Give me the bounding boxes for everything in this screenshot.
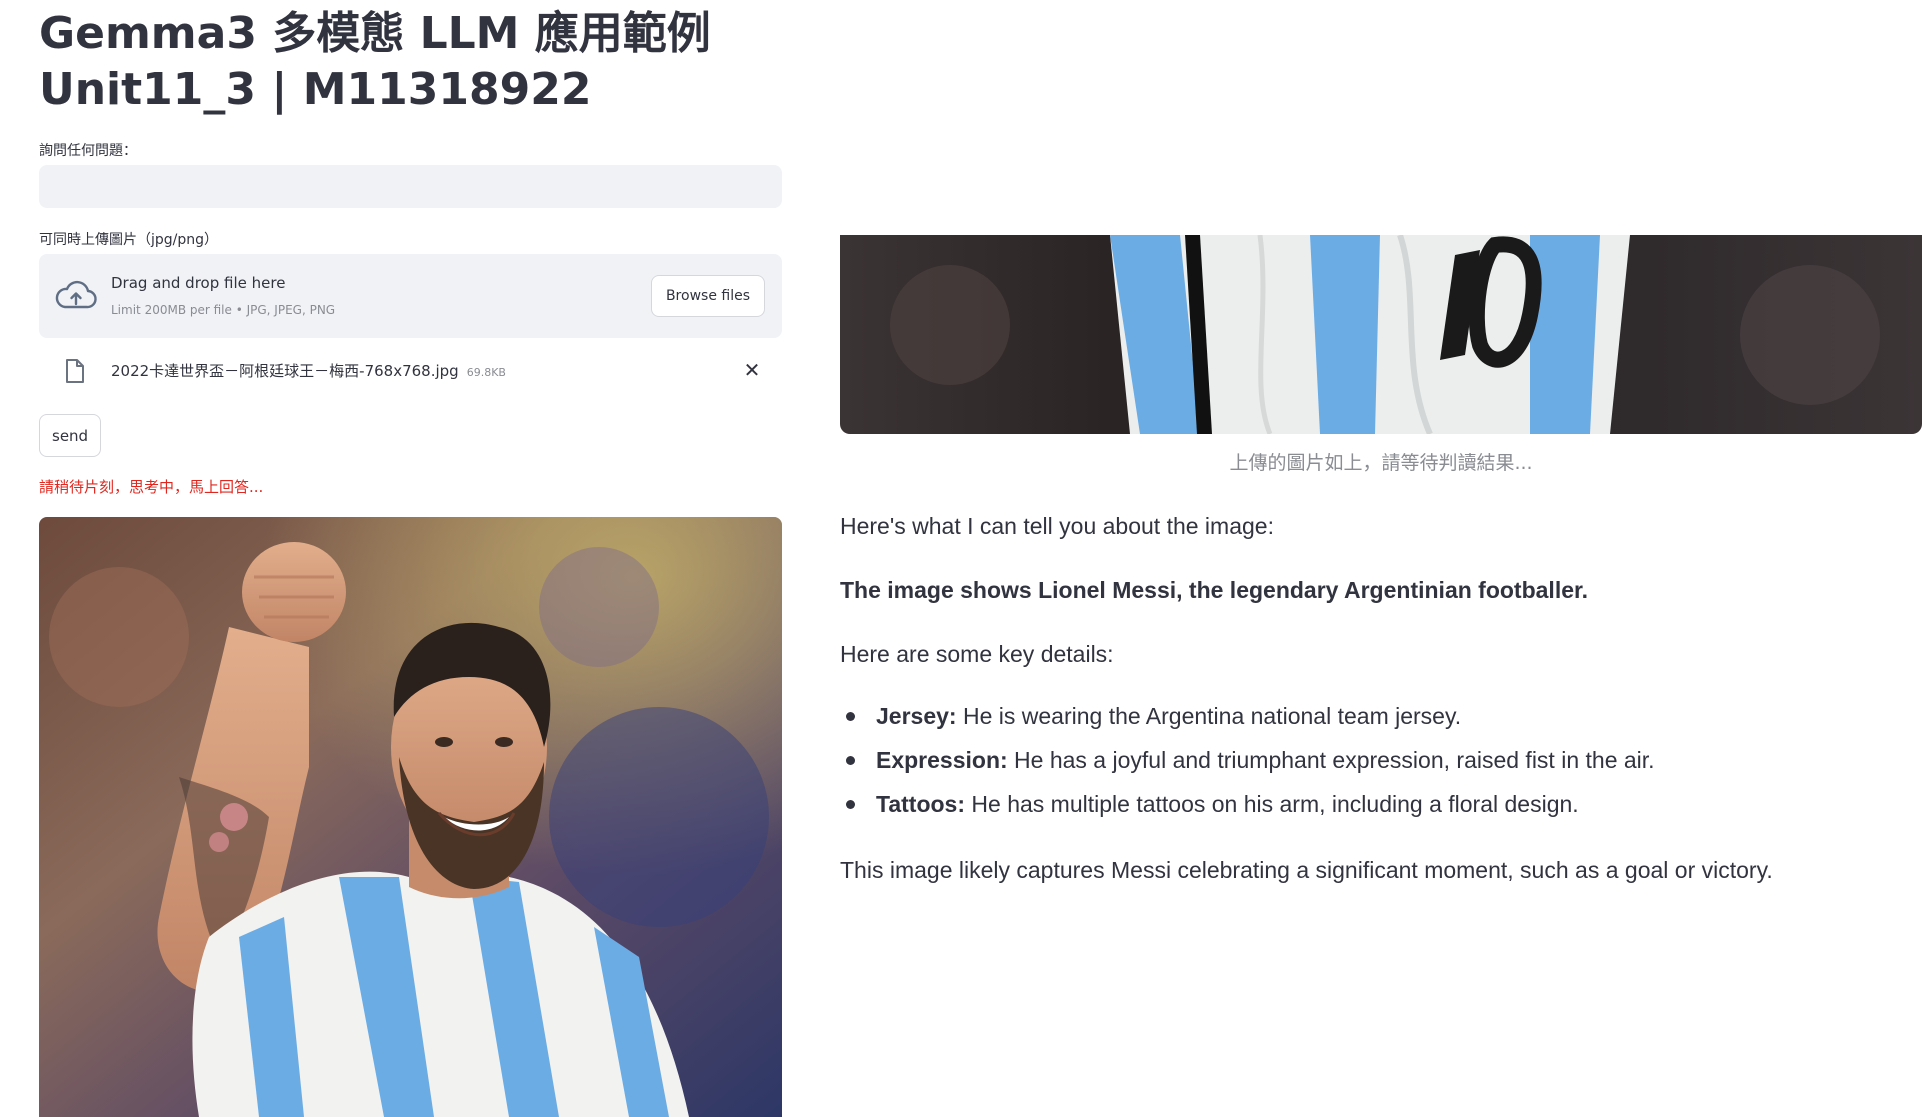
details-list: Jersey: He is wearing the Argentina nati… xyxy=(840,700,1655,832)
bullet-icon xyxy=(846,800,855,809)
dropzone-title: Drag and drop file here xyxy=(111,274,286,292)
upload-label: 可同時上傳圖片（jpg/png） xyxy=(39,232,219,248)
page-title: Gemma3 多模態 LLM 應用範例 Unit11_3 | M11318922 xyxy=(39,6,782,118)
response-conclusion: This image likely captures Messi celebra… xyxy=(840,857,1773,883)
response-details-intro: Here are some key details: xyxy=(840,641,1114,667)
question-input[interactable] xyxy=(39,165,782,208)
browse-files-button[interactable]: Browse files xyxy=(650,275,765,317)
send-button[interactable]: send xyxy=(39,414,102,457)
file-icon xyxy=(66,359,84,383)
detail-text: He has multiple tattoos on his arm, incl… xyxy=(965,791,1579,817)
uploaded-image-crop xyxy=(840,235,1922,434)
detail-text: He has a joyful and triumphant expressio… xyxy=(1007,747,1655,773)
uploaded-file-row: 2022卡達世界盃－阿根廷球王－梅西-768x768.jpg 69.8KB ✕ xyxy=(39,350,782,392)
list-item: Tattoos: He has multiple tattoos on his … xyxy=(840,788,1655,832)
image-caption: 上傳的圖片如上，請等待判讀結果... xyxy=(1229,452,1533,474)
file-dropzone[interactable]: Drag and drop file here Limit 200MB per … xyxy=(39,254,782,338)
uploaded-image-preview xyxy=(39,517,782,1117)
response-headline: The image shows Lionel Messi, the legend… xyxy=(840,577,1589,603)
waiting-message: 請稍待片刻，思考中，馬上回答... xyxy=(39,478,264,496)
dropzone-subtitle: Limit 200MB per file • JPG, JPEG, PNG xyxy=(111,303,336,317)
detail-key: Tattoos: xyxy=(876,791,966,817)
file-name-text: 2022卡達世界盃－阿根廷球王－梅西-768x768.jpg xyxy=(111,362,459,380)
list-item: Jersey: He is wearing the Argentina nati… xyxy=(840,700,1655,744)
uploaded-file-name: 2022卡達世界盃－阿根廷球王－梅西-768x768.jpg 69.8KB xyxy=(111,360,506,381)
result-panel: 上傳的圖片如上，請等待判讀結果... Here's what I can tel… xyxy=(840,0,1922,1117)
question-label: 詢問任何問題： xyxy=(39,143,137,159)
detail-key: Jersey: xyxy=(876,703,957,729)
page-title-line2: Unit11_3 | M11318922 xyxy=(39,64,592,115)
bullet-icon xyxy=(846,756,855,765)
uploaded-file-size: 69.8KB xyxy=(466,366,506,379)
page-title-line1: Gemma3 多模態 LLM 應用範例 xyxy=(39,8,711,59)
detail-text: He is wearing the Argentina national tea… xyxy=(956,703,1462,729)
close-icon[interactable]: ✕ xyxy=(740,358,764,382)
response-intro: Here's what I can tell you about the ima… xyxy=(840,513,1274,539)
bullet-icon xyxy=(846,712,855,721)
cloud-upload-icon xyxy=(55,280,97,309)
detail-key: Expression: xyxy=(876,747,1008,773)
list-item: Expression: He has a joyful and triumpha… xyxy=(840,744,1655,788)
